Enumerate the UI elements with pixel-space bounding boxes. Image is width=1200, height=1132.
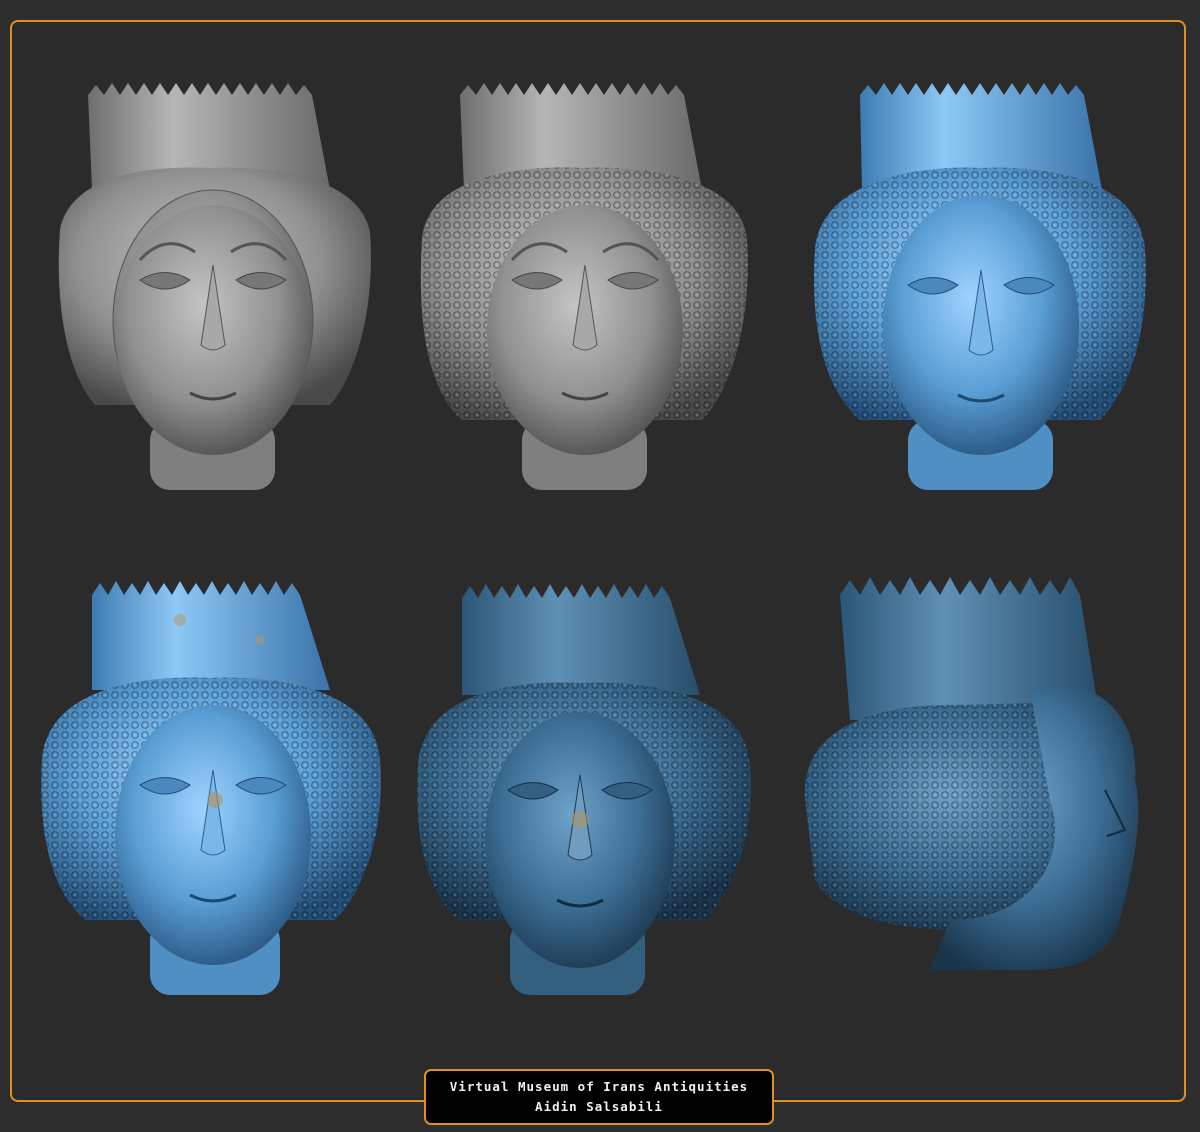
head-2-clay-detailed bbox=[420, 83, 748, 490]
caption-title: Virtual Museum of Irans Antiquities bbox=[449, 1079, 749, 1094]
head-1-clay-smooth bbox=[58, 83, 371, 490]
head-4-blue-weathered bbox=[41, 581, 381, 995]
head-5-dark-weathered bbox=[417, 584, 751, 995]
sculpture-gallery bbox=[41, 83, 1146, 995]
caption-author: Aidin Salsabili bbox=[535, 1099, 663, 1114]
credit-caption: Virtual Museum of Irans Antiquities Aidi… bbox=[424, 1069, 774, 1125]
head-6-profile bbox=[804, 577, 1139, 970]
head-3-blue bbox=[814, 83, 1146, 490]
